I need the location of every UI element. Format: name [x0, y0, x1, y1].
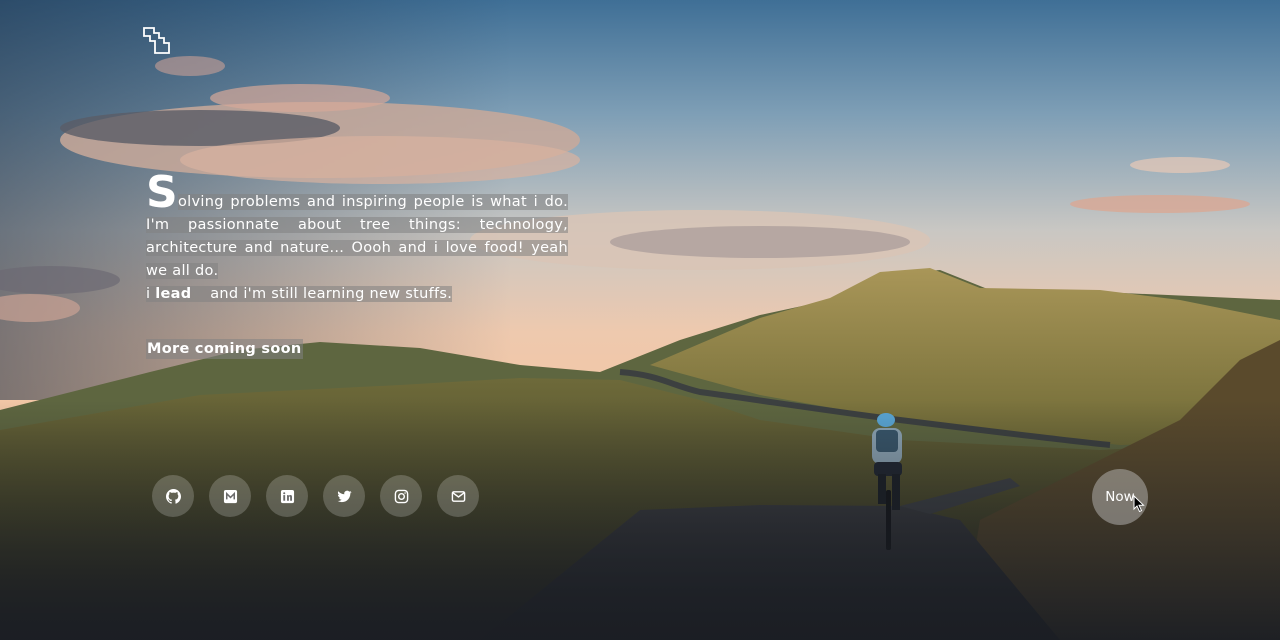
medium-link[interactable] [209, 475, 251, 517]
instagram-icon [394, 489, 408, 503]
lead-line: i lead and i'm still learning new stuffs. [146, 283, 568, 306]
linkedin-icon [280, 489, 294, 503]
lead-prefix: i [146, 286, 156, 302]
dropcap-letter: S [146, 167, 178, 218]
coming-soon-text: More coming soon [146, 339, 303, 359]
lead-word: lead [155, 286, 192, 302]
medium-icon [223, 489, 237, 503]
mail-icon [451, 490, 465, 502]
intro-line-1: olving problems and inspiring people is … [178, 194, 568, 210]
social-links [152, 475, 479, 517]
logo-icon[interactable] [143, 27, 171, 54]
github-icon [165, 488, 181, 504]
page: Solving problems and inspiring people is… [0, 0, 1280, 640]
mail-link[interactable] [437, 475, 479, 517]
intro-line-2: I'm passionnate about tree things: techn… [146, 217, 568, 279]
intro-text: Solving problems and inspiring people is… [146, 171, 568, 306]
mouse-cursor-icon [1133, 495, 1145, 513]
linkedin-link[interactable] [266, 475, 308, 517]
lead-suffix: and i'm still learning new stuffs. [210, 286, 453, 302]
background-landscape-image [0, 0, 1280, 640]
instagram-link[interactable] [380, 475, 422, 517]
intro-paragraph: Solving problems and inspiring people is… [146, 171, 568, 283]
github-link[interactable] [152, 475, 194, 517]
twitter-link[interactable] [323, 475, 365, 517]
twitter-icon [336, 490, 352, 502]
